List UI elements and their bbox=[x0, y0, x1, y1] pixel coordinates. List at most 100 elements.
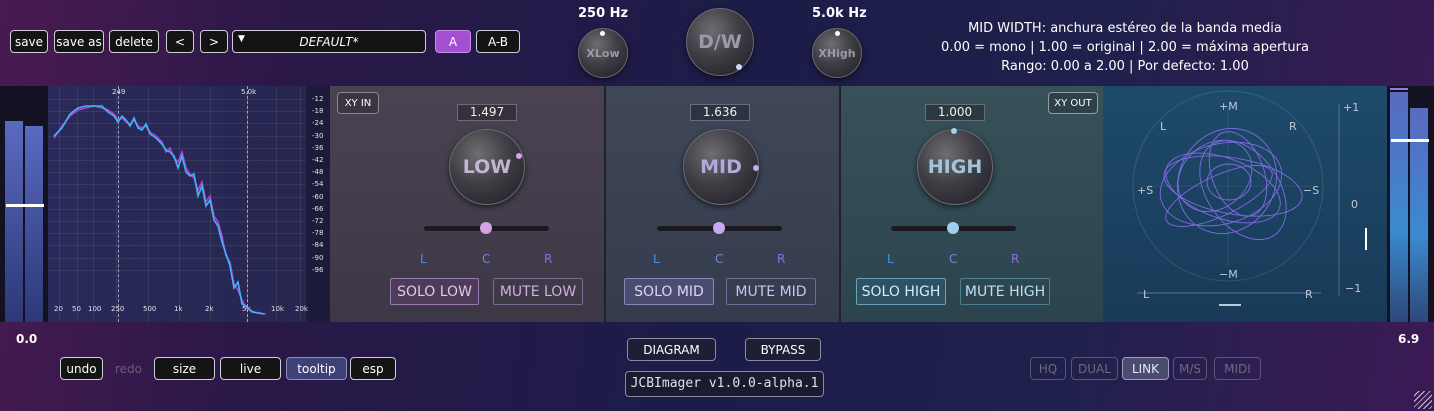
input-meter bbox=[0, 86, 48, 322]
vs-minus-s: −S bbox=[1303, 184, 1320, 197]
solo-low-button[interactable]: SOLO LOW bbox=[390, 278, 479, 305]
high-knob-label: HIGH bbox=[927, 156, 983, 178]
spectrum-db-tick: -48 bbox=[312, 168, 324, 177]
spectrum-db-tick: -78 bbox=[312, 229, 324, 238]
mid-l-label: L bbox=[653, 252, 660, 266]
ms-button[interactable]: M/S bbox=[1173, 357, 1207, 380]
mid-width-value[interactable]: 1.636 bbox=[690, 104, 750, 121]
spectrum-db-tick: -18 bbox=[312, 107, 324, 116]
xhigh-knob[interactable]: XHigh bbox=[812, 28, 862, 78]
xlow-knob[interactable]: XLow bbox=[578, 28, 628, 78]
low-r-label: R bbox=[544, 252, 553, 266]
high-c-label: C bbox=[949, 252, 958, 266]
low-width-knob[interactable]: LOW bbox=[449, 129, 525, 205]
input-gain-handle[interactable] bbox=[6, 204, 44, 207]
xy-in-button[interactable]: XY IN bbox=[337, 92, 379, 114]
vs-minus-m: −M bbox=[1219, 268, 1238, 281]
mid-width-knob[interactable]: MID bbox=[683, 129, 759, 205]
redo-button[interactable]: redo bbox=[107, 357, 150, 380]
link-button[interactable]: LINK bbox=[1122, 357, 1169, 380]
vs-r-top: R bbox=[1289, 120, 1297, 133]
vs-plus-s: +S bbox=[1137, 184, 1154, 197]
output-meter bbox=[1387, 86, 1434, 322]
prev-preset-button[interactable]: < bbox=[166, 30, 194, 53]
preset-ab-button[interactable]: A-B bbox=[476, 30, 520, 53]
spectrum-db-tick: -84 bbox=[312, 241, 324, 250]
high-width-value[interactable]: 1.000 bbox=[925, 104, 985, 121]
solo-mid-button[interactable]: SOLO MID bbox=[624, 278, 714, 305]
live-button[interactable]: live bbox=[220, 357, 281, 380]
solo-high-button[interactable]: SOLO HIGH bbox=[856, 278, 946, 305]
low-width-value[interactable]: 1.497 bbox=[457, 104, 517, 121]
mute-mid-button[interactable]: MUTE MID bbox=[726, 278, 816, 305]
resize-grip[interactable] bbox=[1414, 391, 1432, 409]
diagram-button[interactable]: DIAGRAM bbox=[627, 338, 716, 361]
tooltip-line-2: 0.00 = mono | 1.00 = original | 2.00 = m… bbox=[941, 40, 1309, 55]
tooltip-button[interactable]: tooltip bbox=[286, 357, 347, 380]
spectrum-analyzer: -12 -18 -24 -30 -36 -42 -48 -54 -60 -66 -72 -78 -84 -… bbox=[48, 86, 330, 322]
xlow-label: XLow bbox=[586, 46, 620, 60]
spectrum-db-tick: -24 bbox=[312, 119, 324, 128]
dual-button[interactable]: DUAL bbox=[1071, 357, 1118, 380]
bypass-button[interactable]: BYPASS bbox=[745, 338, 821, 361]
save-button[interactable]: save bbox=[10, 30, 48, 53]
low-knob-label: LOW bbox=[462, 156, 512, 178]
output-gain-handle[interactable] bbox=[1391, 139, 1429, 142]
tooltip-line-1: MID WIDTH: anchura estéreo de la banda m… bbox=[968, 21, 1282, 36]
spectrum-db-tick: -54 bbox=[312, 180, 324, 189]
spectrum-curve bbox=[53, 105, 267, 315]
low-pan-thumb[interactable] bbox=[480, 222, 492, 234]
mute-high-button[interactable]: MUTE HIGH bbox=[960, 278, 1050, 305]
spectrum-db-tick: -30 bbox=[312, 131, 324, 140]
dw-label: D/W bbox=[698, 31, 742, 53]
dry-wet-knob[interactable]: D/W bbox=[686, 8, 754, 76]
spectrum-db-tick: -96 bbox=[312, 265, 324, 274]
tooltip-line-3: Rango: 0.00 a 2.00 | Por defecto: 1.00 bbox=[1001, 59, 1249, 74]
mid-pan-thumb[interactable] bbox=[713, 222, 725, 234]
esp-button[interactable]: esp bbox=[350, 357, 396, 380]
mute-low-button[interactable]: MUTE LOW bbox=[493, 278, 583, 305]
vs-scale-bottom: −1 bbox=[1345, 282, 1362, 295]
high-l-label: L bbox=[887, 252, 894, 266]
vectorscope: +M −M +S −S L R L R +1 0 −1 bbox=[1103, 86, 1387, 322]
low-freq-readout: 250 Hz bbox=[578, 6, 629, 21]
spectrum-db-tick: -12 bbox=[312, 95, 324, 103]
preset-name: DEFAULT* bbox=[299, 34, 359, 49]
delete-button[interactable]: delete bbox=[109, 30, 159, 53]
mid-c-label: C bbox=[715, 252, 724, 266]
chevron-down-icon: ▼ bbox=[238, 34, 245, 44]
vs-scale-top: +1 bbox=[1343, 101, 1360, 114]
vs-l-top: L bbox=[1160, 120, 1167, 133]
next-preset-button[interactable]: > bbox=[200, 30, 228, 53]
high-r-label: R bbox=[1011, 252, 1020, 266]
spectrum-db-tick: -60 bbox=[312, 192, 324, 201]
save-as-button[interactable]: save as bbox=[54, 30, 104, 53]
spectrum-db-tick: -42 bbox=[312, 156, 324, 164]
size-button[interactable]: size bbox=[154, 357, 215, 380]
low-c-label: C bbox=[482, 252, 491, 266]
xy-out-button[interactable]: XY OUT bbox=[1048, 92, 1098, 114]
vs-plus-m: +M bbox=[1219, 100, 1238, 113]
xhigh-label: XHigh bbox=[818, 46, 856, 60]
output-level-value: 6.9 bbox=[1398, 332, 1420, 346]
low-l-label: L bbox=[420, 252, 427, 266]
input-level-value: 0.0 bbox=[16, 332, 38, 346]
high-width-knob[interactable]: HIGH bbox=[917, 128, 993, 205]
hq-button[interactable]: HQ bbox=[1030, 357, 1066, 380]
spectrum-db-tick: -90 bbox=[312, 253, 324, 262]
mid-r-label: R bbox=[777, 252, 786, 266]
vs-scale-mid: 0 bbox=[1351, 198, 1358, 211]
undo-button[interactable]: undo bbox=[60, 357, 103, 380]
spectrum-db-tick: -36 bbox=[312, 143, 324, 152]
spectrum-db-tick: -66 bbox=[312, 204, 324, 213]
preset-dropdown[interactable]: ▼ DEFAULT* bbox=[232, 30, 426, 53]
high-pan-thumb[interactable] bbox=[947, 222, 959, 234]
vs-l-bottom: L bbox=[1143, 288, 1150, 301]
mid-knob-label: MID bbox=[700, 156, 742, 178]
tooltip-text: MID WIDTH: anchura estéreo de la banda m… bbox=[940, 19, 1310, 76]
spectrum-db-tick: -72 bbox=[312, 217, 324, 225]
vs-r-bottom: R bbox=[1305, 288, 1313, 301]
midi-button[interactable]: MIDI bbox=[1214, 357, 1261, 380]
preset-a-button[interactable]: A bbox=[435, 30, 471, 53]
high-freq-readout: 5.0k Hz bbox=[812, 6, 867, 21]
